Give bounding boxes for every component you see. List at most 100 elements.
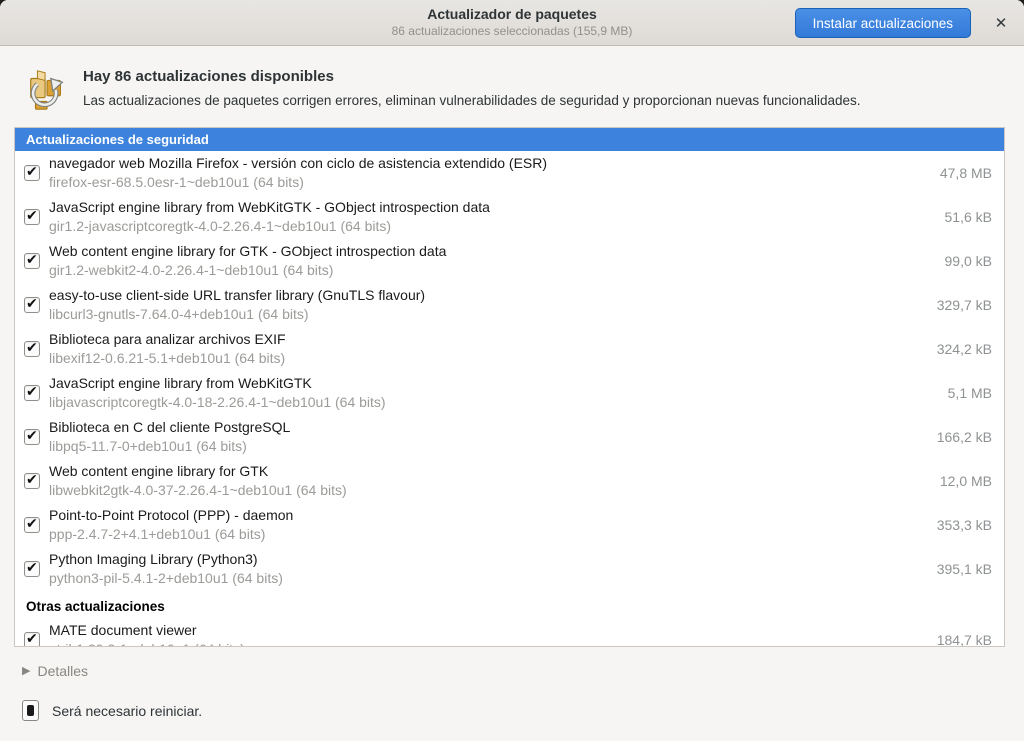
package-title: Web content engine library for GTK [49,462,928,481]
package-row[interactable]: ✔ MATE document viewer atril-1.20.3-1+de… [15,618,1004,647]
checkmark-icon: ✔ [26,207,38,224]
expander-arrow-icon: ▶ [22,664,30,677]
package-version: libpq5-11.7-0+deb10u1 (64 bits) [49,437,925,456]
package-size: 47,8 MB [940,165,992,181]
checkmark-icon: ✔ [26,383,38,400]
package-title: Python Imaging Library (Python3) [49,550,925,569]
package-version: libcurl3-gnutls-7.64.0-4+deb10u1 (64 bit… [49,305,925,324]
package-size: 12,0 MB [940,473,992,489]
package-text: easy-to-use client-side URL transfer lib… [49,286,925,324]
software-updater-icon [24,67,70,113]
package-size: 5,1 MB [948,385,992,401]
close-icon[interactable]: ✕ [988,12,1014,36]
package-text: MATE document viewer atril-1.20.3-1+deb1… [49,621,925,647]
summary-description: Las actualizaciones de paquetes corrigen… [83,93,861,108]
window-subtitle: 86 actualizaciones seleccionadas (155,9 … [392,24,633,39]
checkmark-icon: ✔ [26,295,38,312]
restart-required-row: Será necesario reiniciar. [22,700,1024,721]
package-version: ppp-2.4.7-2+4.1+deb10u1 (64 bits) [49,525,925,544]
package-version: libwebkit2gtk-4.0-37-2.26.4-1~deb10u1 (6… [49,481,928,500]
package-row[interactable]: ✔ easy-to-use client-side URL transfer l… [15,283,1004,327]
titlebar: Actualizador de paquetes 86 actualizacio… [0,0,1024,46]
package-checkbox[interactable]: ✔ [24,209,40,225]
checkmark-icon: ✔ [26,471,38,488]
package-size: 324,2 kB [937,341,992,357]
package-version: gir1.2-javascriptcoregtk-4.0-2.26.4-1~de… [49,217,933,236]
checkmark-icon: ✔ [26,559,38,576]
updates-list[interactable]: Actualizaciones de seguridad ✔ navegador… [14,127,1005,647]
package-size: 99,0 kB [945,253,992,269]
package-title: MATE document viewer [49,621,925,640]
security-items: ✔ navegador web Mozilla Firefox - versió… [15,151,1004,591]
updates-summary-header: Hay 86 actualizaciones disponibles Las a… [0,46,1024,127]
package-text: navegador web Mozilla Firefox - versión … [49,154,928,192]
package-size: 166,2 kB [937,429,992,445]
package-checkbox[interactable]: ✔ [24,561,40,577]
summary-title: Hay 86 actualizaciones disponibles [83,68,861,85]
package-text: Biblioteca en C del cliente PostgreSQL l… [49,418,925,456]
package-text: JavaScript engine library from WebKitGTK… [49,198,933,236]
footer: ▶ Detalles Será necesario reiniciar. [0,647,1024,721]
other-items: ✔ MATE document viewer atril-1.20.3-1+de… [15,618,1004,647]
package-checkbox[interactable]: ✔ [24,253,40,269]
package-checkbox[interactable]: ✔ [24,632,40,647]
window-title: Actualizador de paquetes [392,6,633,24]
package-size: 395,1 kB [937,561,992,577]
package-checkbox[interactable]: ✔ [24,517,40,533]
package-checkbox[interactable]: ✔ [24,385,40,401]
details-expander[interactable]: ▶ Detalles [22,663,88,679]
package-text: JavaScript engine library from WebKitGTK… [49,374,936,412]
checkmark-icon: ✔ [26,427,38,444]
install-updates-button[interactable]: Instalar actualizaciones [795,8,971,38]
package-text: Web content engine library for GTK libwe… [49,462,928,500]
package-checkbox[interactable]: ✔ [24,297,40,313]
package-version: libjavascriptcoregtk-4.0-18-2.26.4-1~deb… [49,393,936,412]
security-section-header: Actualizaciones de seguridad [15,128,1004,151]
package-text: Python Imaging Library (Python3) python3… [49,550,925,588]
package-version: firefox-esr-68.5.0esr-1~deb10u1 (64 bits… [49,173,928,192]
package-size: 353,3 kB [937,517,992,533]
package-size: 51,6 kB [945,209,992,225]
package-text: Biblioteca para analizar archivos EXIF l… [49,330,925,368]
package-version: atril-1.20.3-1+deb10u1 (64 bits) [49,640,925,647]
summary-text: Hay 86 actualizaciones disponibles Las a… [83,66,861,108]
package-checkbox[interactable]: ✔ [24,473,40,489]
package-row[interactable]: ✔ navegador web Mozilla Firefox - versió… [15,151,1004,195]
package-row[interactable]: ✔ Biblioteca para analizar archivos EXIF… [15,327,1004,371]
checkmark-icon: ✔ [26,630,38,647]
other-section-header: Otras actualizaciones [15,591,1004,618]
package-row[interactable]: ✔ Biblioteca en C del cliente PostgreSQL… [15,415,1004,459]
package-title: Biblioteca en C del cliente PostgreSQL [49,418,925,437]
titlebar-title-block: Actualizador de paquetes 86 actualizacio… [392,6,633,39]
details-label: Detalles [37,663,88,679]
package-title: Point-to-Point Protocol (PPP) - daemon [49,506,925,525]
checkmark-icon: ✔ [26,339,38,356]
package-updater-window: Actualizador de paquetes 86 actualizacio… [0,0,1024,741]
package-row[interactable]: ✔ Web content engine library for GTK lib… [15,459,1004,503]
package-checkbox[interactable]: ✔ [24,429,40,445]
package-text: Web content engine library for GTK - GOb… [49,242,933,280]
package-title: Web content engine library for GTK - GOb… [49,242,933,261]
package-row[interactable]: ✔ Point-to-Point Protocol (PPP) - daemon… [15,503,1004,547]
checkmark-icon: ✔ [26,515,38,532]
restart-required-label: Será necesario reiniciar. [52,703,202,719]
restart-required-icon [22,700,39,721]
package-size: 184,7 kB [937,632,992,647]
package-row[interactable]: ✔ Web content engine library for GTK - G… [15,239,1004,283]
package-row[interactable]: ✔ JavaScript engine library from WebKitG… [15,195,1004,239]
package-checkbox[interactable]: ✔ [24,341,40,357]
package-title: JavaScript engine library from WebKitGTK [49,374,936,393]
package-size: 329,7 kB [937,297,992,313]
checkmark-icon: ✔ [26,163,38,180]
package-version: libexif12-0.6.21-5.1+deb10u1 (64 bits) [49,349,925,368]
package-title: easy-to-use client-side URL transfer lib… [49,286,925,305]
package-title: JavaScript engine library from WebKitGTK… [49,198,933,217]
checkmark-icon: ✔ [26,251,38,268]
package-checkbox[interactable]: ✔ [24,165,40,181]
package-title: Biblioteca para analizar archivos EXIF [49,330,925,349]
package-version: python3-pil-5.4.1-2+deb10u1 (64 bits) [49,569,925,588]
package-text: Point-to-Point Protocol (PPP) - daemon p… [49,506,925,544]
package-version: gir1.2-webkit2-4.0-2.26.4-1~deb10u1 (64 … [49,261,933,280]
package-row[interactable]: ✔ Python Imaging Library (Python3) pytho… [15,547,1004,591]
package-row[interactable]: ✔ JavaScript engine library from WebKitG… [15,371,1004,415]
